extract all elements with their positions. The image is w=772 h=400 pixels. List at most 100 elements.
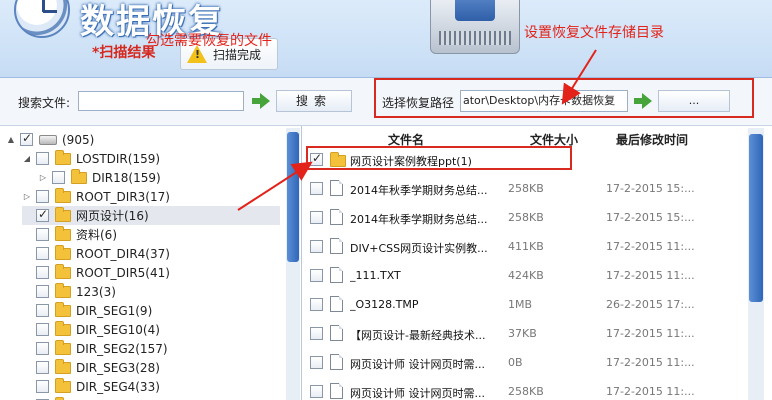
- tree-item[interactable]: DIR_SEG10(4): [22, 320, 280, 339]
- tree-checkbox[interactable]: [52, 171, 65, 184]
- file-name: 网页设计师 设计网页时需...: [350, 387, 485, 400]
- file-icon: [330, 325, 343, 341]
- tree-checkbox[interactable]: [36, 380, 49, 393]
- file-modified: 17-2-2015 11:...: [606, 327, 695, 340]
- file-row[interactable]: 2014年秋季学期财务总结... 258KB 17-2-2015 15:...: [304, 175, 744, 203]
- annotation-select-files: 勾选需要恢复的文件: [146, 33, 272, 49]
- tree-item-label: ROOT_DIR3(17): [76, 189, 170, 204]
- tree-item[interactable]: 网页设计(16): [22, 206, 280, 225]
- tree-item[interactable]: 资料(6): [22, 225, 280, 244]
- tree-checkbox[interactable]: [36, 304, 49, 317]
- tree-checkbox[interactable]: [20, 131, 33, 146]
- file-row[interactable]: DIV+CSS网页设计实例教... 411KB 17-2-2015 11:...: [304, 233, 744, 261]
- folder-icon: [330, 152, 346, 167]
- tree-item[interactable]: DIR_SEG3(28): [22, 358, 280, 377]
- tree-item-label: DIR_SEG1(9): [76, 303, 153, 318]
- file-modified: 17-2-2015 15:...: [606, 182, 695, 195]
- scrollbar-thumb[interactable]: [749, 134, 763, 302]
- tree-item[interactable]: DIR_SEG4(33): [22, 377, 280, 396]
- app-header: 数据恢复 *扫描结果 扫描完成 设置恢复文件存储目录: [0, 0, 772, 78]
- file-size: 424KB: [508, 269, 544, 282]
- tree-item[interactable]: DIR_SEG2(157): [22, 339, 280, 358]
- expander-icon[interactable]: ▷: [38, 173, 48, 182]
- tree-scrollbar[interactable]: [286, 128, 300, 400]
- file-name: _O3128.TMP: [350, 298, 419, 311]
- file-modified: 17-2-2015 11:...: [606, 269, 695, 282]
- file-checkbox[interactable]: [310, 269, 323, 282]
- tree-item-label: DIR18(159): [92, 170, 161, 185]
- file-row[interactable]: _111.TXT 424KB 17-2-2015 11:...: [304, 262, 744, 290]
- tree-checkbox[interactable]: [36, 342, 49, 355]
- file-icon: [330, 383, 343, 399]
- tree-item-label: DIR_SEG10(4): [76, 322, 160, 337]
- file-checkbox[interactable]: [310, 151, 323, 166]
- file-row[interactable]: _O3128.TMP 1MB 26-2-2015 17:...: [304, 291, 744, 319]
- expander-icon[interactable]: ▲: [6, 135, 16, 144]
- file-checkbox[interactable]: [310, 356, 323, 369]
- file-row[interactable]: 网页设计师 设计网页时需... 258KB 17-2-2015 11:...: [304, 378, 744, 400]
- file-row[interactable]: 2014年秋季学期财务总结... 258KB 17-2-2015 15:...: [304, 204, 744, 232]
- tree-item[interactable]: ▲ (905): [6, 130, 280, 149]
- file-row[interactable]: 网页设计案例教程ppt(1): [304, 146, 744, 174]
- tree-checkbox[interactable]: [36, 285, 49, 298]
- browse-button[interactable]: ...: [658, 90, 730, 112]
- file-checkbox[interactable]: [310, 240, 323, 253]
- file-checkbox[interactable]: [310, 327, 323, 340]
- arrow-right-icon: [252, 93, 270, 109]
- tree-item[interactable]: 123(3): [22, 282, 280, 301]
- folder-icon: [55, 339, 71, 355]
- tree-item-label: ROOT_DIR4(37): [76, 246, 170, 261]
- tree-checkbox[interactable]: [36, 247, 49, 260]
- folder-icon: [55, 149, 71, 165]
- tree-item[interactable]: ▷ DIR18(159): [38, 168, 280, 187]
- file-modified: 17-2-2015 15:...: [606, 211, 695, 224]
- folder-icon: [71, 168, 87, 184]
- file-checkbox[interactable]: [310, 211, 323, 224]
- search-toolbar: 搜索文件: 搜索 选择恢复路径 ator\Desktop\内存卡数据恢复 ...: [0, 78, 772, 126]
- tree-item[interactable]: DIR_SEG1(9): [22, 301, 280, 320]
- tree-checkbox[interactable]: [36, 361, 49, 374]
- clock-icon: [14, 0, 70, 38]
- expander-icon[interactable]: ▷: [22, 192, 32, 201]
- list-scrollbar[interactable]: [748, 128, 764, 400]
- file-icon: [330, 209, 343, 225]
- expander-icon[interactable]: ◢: [22, 154, 32, 163]
- file-icon: [330, 267, 343, 283]
- tree-checkbox[interactable]: [36, 152, 49, 165]
- file-checkbox[interactable]: [310, 298, 323, 311]
- restore-path-field[interactable]: ator\Desktop\内存卡数据恢复: [460, 90, 628, 112]
- tree-item-label: 网页设计(16): [76, 209, 149, 223]
- tree-item[interactable]: DIR_SEG5(20): [22, 396, 280, 400]
- tree-item[interactable]: ◢ LOSTDIR(159): [22, 149, 280, 168]
- tree-checkbox[interactable]: [36, 266, 49, 279]
- tree-checkbox[interactable]: [36, 228, 49, 241]
- annotation-save-path: 设置恢复文件存储目录: [524, 25, 664, 41]
- tree-checkbox[interactable]: [36, 323, 49, 336]
- file-name: 【网页设计-最新经典技术...: [350, 329, 486, 342]
- file-size: 0B: [508, 356, 523, 369]
- search-button[interactable]: 搜索: [276, 90, 352, 112]
- file-name: 网页设计案例教程ppt(1): [350, 155, 472, 168]
- tree-item-label: DIR_SEG4(33): [76, 379, 160, 394]
- file-icon: [330, 180, 343, 196]
- folder-icon: [55, 225, 71, 241]
- tree-item-label: 资料(6): [76, 228, 117, 242]
- file-row[interactable]: 【网页设计-最新经典技术... 37KB 17-2-2015 11:...: [304, 320, 744, 348]
- tree-checkbox[interactable]: [36, 207, 49, 222]
- file-row[interactable]: 网页设计师 设计网页时需... 0B 17-2-2015 11:...: [304, 349, 744, 377]
- tree-item[interactable]: ▷ ROOT_DIR3(17): [22, 187, 280, 206]
- tree-item-label: LOSTDIR(159): [76, 151, 161, 166]
- file-name: 网页设计师 设计网页时需...: [350, 358, 485, 371]
- file-size: 258KB: [508, 211, 544, 224]
- file-name: _111.TXT: [350, 269, 401, 282]
- file-icon: [330, 296, 343, 312]
- file-checkbox[interactable]: [310, 385, 323, 398]
- drive-icon: [39, 134, 57, 145]
- tree-item[interactable]: ROOT_DIR5(41): [22, 263, 280, 282]
- folder-icon: [55, 263, 71, 279]
- file-checkbox[interactable]: [310, 182, 323, 195]
- tree-checkbox[interactable]: [36, 190, 49, 203]
- scrollbar-thumb[interactable]: [287, 132, 299, 262]
- tree-item[interactable]: ROOT_DIR4(37): [22, 244, 280, 263]
- search-input[interactable]: [78, 91, 244, 111]
